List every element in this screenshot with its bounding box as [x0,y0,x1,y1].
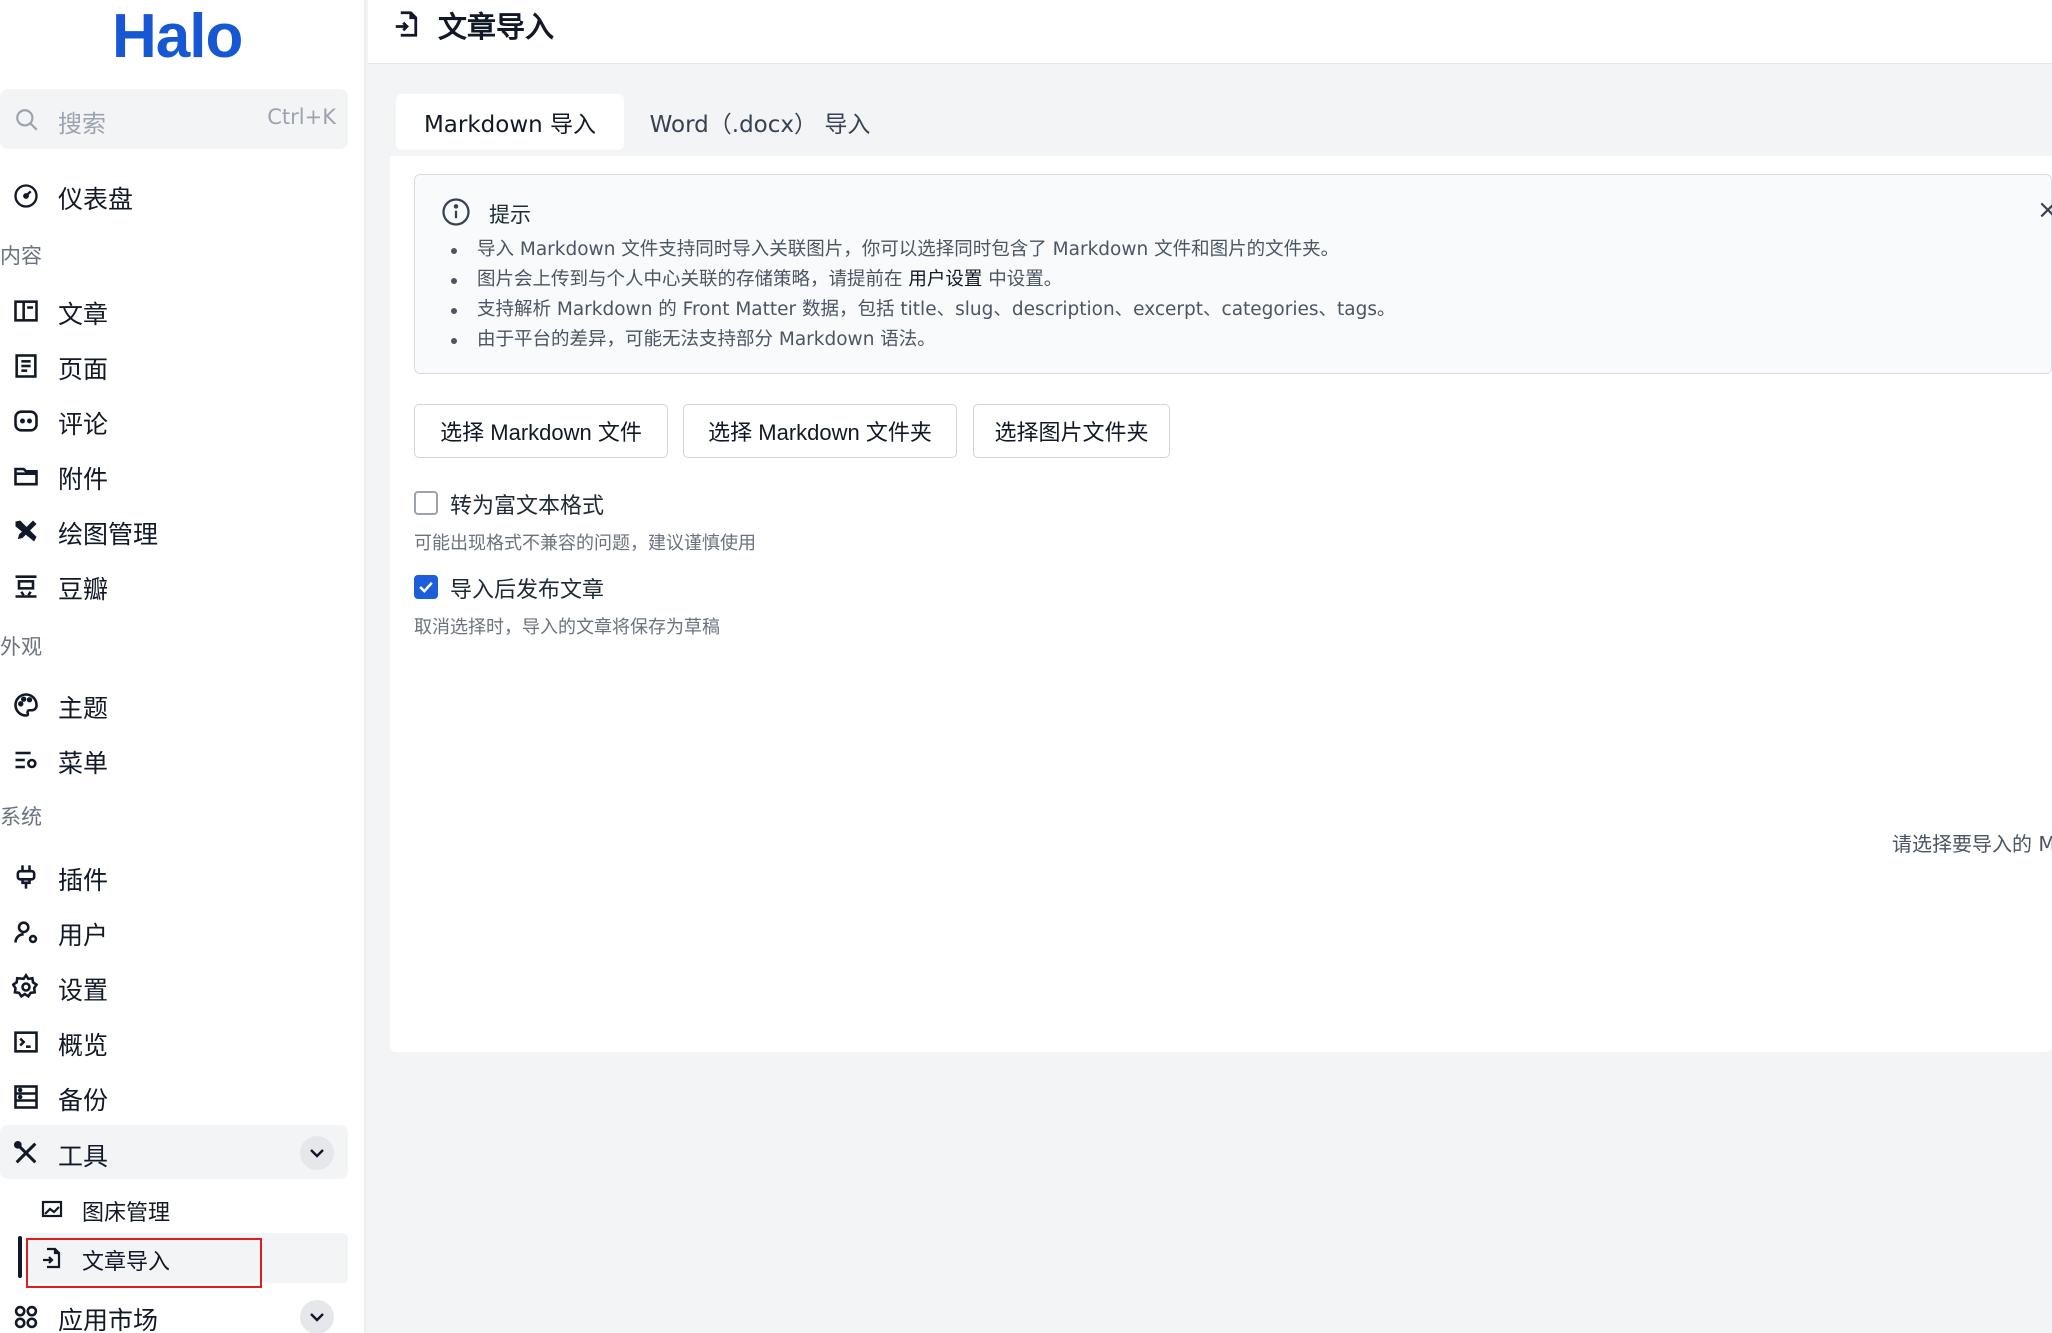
sidebar-item-overview[interactable]: 概览 [0,1014,348,1068]
tab-markdown-import[interactable]: Markdown 导入 [396,94,624,150]
user-settings-link[interactable]: 用户设置 [908,269,982,290]
sidebar-item-label: 备份 [58,1086,109,1115]
sidebar-item-label: 工具 [58,1142,109,1171]
sidebar-item-themes[interactable]: 主题 [0,677,348,731]
sidebar-item-label: 菜单 [58,749,109,778]
sidebar-item-settings[interactable]: 设置 [0,959,348,1013]
alert-item: 导入 Markdown 文件支持同时导入关联图片，你可以选择同时包含了 Mark… [450,235,1395,265]
alert-title: 提示 [489,203,531,227]
book-open-icon [14,300,38,322]
close-icon[interactable]: × [2037,195,2052,225]
import-card: Markdown 导入 Word（.docx） 导入 提示 × 导入 Markd… [390,88,2052,1052]
group-title-content: 内容 [0,244,42,268]
rich-text-label[interactable]: 转为富文本格式 [450,488,604,520]
select-markdown-file-button[interactable]: 选择 Markdown 文件 [414,404,668,458]
rich-text-checkbox[interactable] [414,491,438,515]
sidebar-item-menus[interactable]: 菜单 [0,732,348,786]
sidebar-item-dashboard[interactable]: 仪表盘 [0,168,348,222]
info-icon [442,198,470,226]
sidebar-item-posts[interactable]: 文章 [0,283,348,337]
group-title-system: 系统 [0,805,42,829]
tools-icon [13,1140,37,1164]
page-header: 文章导入 [368,0,2052,64]
menu-settings-icon [15,751,37,769]
sidebar-item-app-market[interactable]: 应用市场 [0,1289,348,1333]
search-shortcut: Ctrl+K [267,105,336,129]
sidebar-item-users[interactable]: 用户 [0,904,348,958]
douban-icon [15,575,37,598]
sidebar-item-douban[interactable]: 豆瓣 [0,558,348,612]
sidebar-item-tools[interactable]: 工具 [0,1125,348,1179]
database-icon [14,1085,38,1109]
sidebar-item-label: 豆瓣 [58,575,109,604]
sidebar-item-plugins[interactable]: 插件 [0,849,348,903]
sidebar: Halo 搜索 Ctrl+K 仪表盘 内容 文章 页面 评论 附件 绘图管理 豆… [0,0,366,1333]
sidebar-subitem-label: 图床管理 [82,1201,171,1226]
comment-icon [14,410,38,432]
folder-icon [14,467,38,486]
gear-icon [12,973,39,999]
palette-icon [14,693,38,717]
sidebar-item-label: 主题 [58,694,109,723]
publish-label[interactable]: 导入后发布文章 [450,572,604,604]
sidebar-item-label: 附件 [58,465,109,494]
alert-list: 导入 Markdown 文件支持同时导入关联图片，你可以选择同时包含了 Mark… [450,235,1395,355]
terminal-icon [14,1031,38,1053]
chevron-down-icon[interactable] [300,1300,334,1333]
alert-item: 图片会上传到与个人中心关联的存储策略，请提前在 用户设置 中设置。 [450,265,1395,295]
alert-item-text: 图片会上传到与个人中心关联的存储策略，请提前在 [477,269,903,290]
sidebar-item-label: 绘图管理 [58,520,159,549]
publish-help: 取消选择时，导入的文章将保存为草稿 [414,617,720,638]
plug-icon [16,865,36,889]
sidebar-item-label: 文章 [58,300,109,329]
search-icon [16,109,38,131]
sidebar-item-label: 评论 [58,410,109,439]
sidebar-item-drawing[interactable]: 绘图管理 [0,503,348,557]
sidebar-item-comments[interactable]: 评论 [0,393,348,447]
active-indicator [18,1236,22,1278]
check-icon [419,581,433,593]
chevron-down-icon[interactable] [300,1136,334,1170]
sidebar-item-attachments[interactable]: 附件 [0,448,348,502]
sidebar-item-label: 用户 [58,921,109,950]
sidebar-item-label: 插件 [58,866,109,895]
page-icon [15,354,37,378]
alert-item: 由于平台的差异，可能无法支持部分 Markdown 语法。 [450,325,1395,355]
select-image-folder-button[interactable]: 选择图片文件夹 [973,404,1170,458]
grid-icon [14,1305,38,1329]
sidebar-item-label: 页面 [58,355,109,384]
publish-checkbox[interactable] [414,575,438,599]
sidebar-item-label: 设置 [58,976,109,1005]
group-title-appearance: 外观 [0,635,42,659]
selection-highlight [26,1238,262,1288]
search-box[interactable]: 搜索 Ctrl+K [0,89,348,149]
info-alert: 提示 × 导入 Markdown 文件支持同时导入关联图片，你可以选择同时包含了… [414,174,2052,374]
halo-logo[interactable]: Halo [112,2,243,72]
page-title: 文章导入 [438,10,555,44]
alert-item-suffix: 中设置。 [982,269,1063,290]
rich-text-help: 可能出现格式不兼容的问题，建议谨慎使用 [414,533,756,554]
empty-state-text: 请选择要导入的 M [1892,832,2052,856]
tab-word-import[interactable]: Word（.docx） 导入 [640,94,880,150]
sidebar-item-label: 仪表盘 [58,185,134,214]
select-markdown-folder-button[interactable]: 选择 Markdown 文件夹 [683,404,957,458]
sidebar-item-label: 应用市场 [58,1306,159,1333]
sidebar-item-backup[interactable]: 备份 [0,1069,348,1123]
sidebar-item-pages[interactable]: 页面 [0,338,348,392]
user-settings-icon [14,921,38,944]
alert-item: 支持解析 Markdown 的 Front Matter 数据，包括 title… [450,295,1395,325]
sidebar-subitem-image-hosting[interactable]: 图床管理 [28,1184,348,1234]
gauge-icon [14,184,38,208]
app-root: Halo 搜索 Ctrl+K 仪表盘 内容 文章 页面 评论 附件 绘图管理 豆… [0,0,2052,1333]
file-import-icon [395,11,418,37]
image-icon [41,1200,63,1218]
search-placeholder: 搜索 [58,110,106,138]
tab-bar: Markdown 导入 Word（.docx） 导入 [390,88,2052,156]
drawing-tools-icon [15,520,37,542]
sidebar-item-label: 概览 [58,1031,109,1060]
